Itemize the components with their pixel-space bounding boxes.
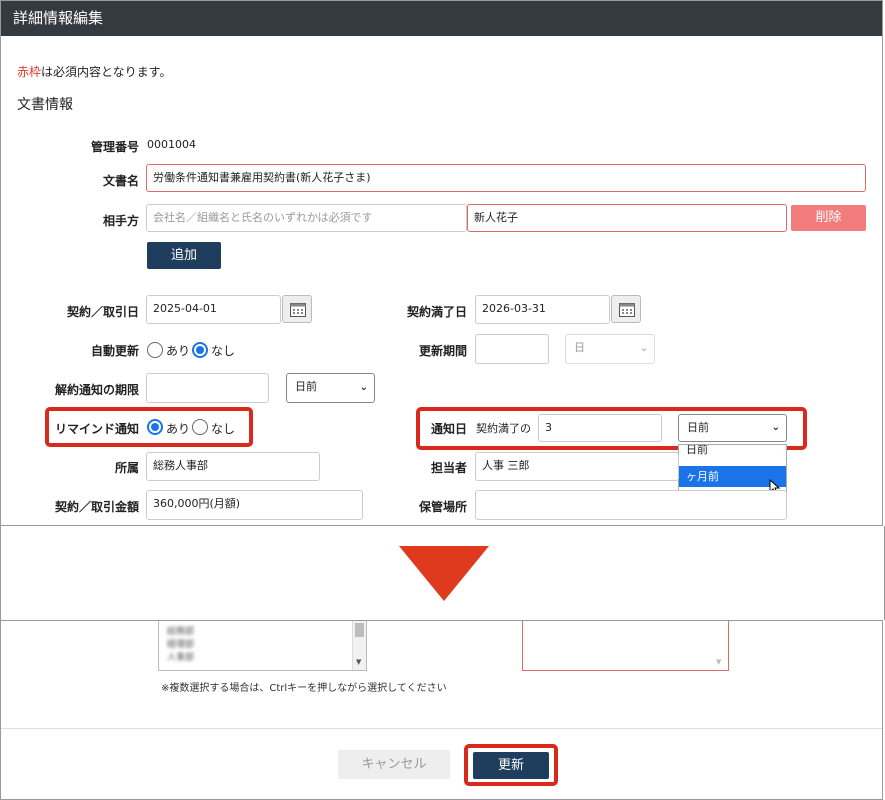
storage-label: 保管場所 — [418, 500, 467, 514]
renew-period-unit-select[interactable]: 日 ⌄ — [565, 334, 655, 364]
partner-company-input[interactable]: 会社名／組織名と氏名のいずれかは必須です — [146, 204, 467, 232]
transition-area — [0, 526, 885, 620]
cancel-notice-unit-value: 日前 — [295, 380, 317, 393]
footer-divider — [1, 728, 882, 729]
dept-input[interactable]: 総務人事部 — [146, 452, 320, 481]
notify-date-unit-select[interactable]: 日前 ⌄ — [678, 414, 787, 442]
section-title: 文書情報 — [17, 97, 73, 113]
list-item[interactable]: 総務部 — [167, 626, 194, 639]
scrollbar-thumb[interactable] — [355, 623, 364, 637]
add-partner-button[interactable]: 追加 — [147, 242, 221, 269]
cancel-button[interactable]: キャンセル — [338, 750, 450, 779]
auto-renew-yes-radio[interactable] — [147, 342, 163, 358]
required-notice-text: は必須内容となります。 — [41, 65, 172, 79]
mgmt-no-value: 0001004 — [147, 138, 196, 151]
renew-period-unit-value: 日 — [574, 341, 585, 354]
storage-input[interactable] — [475, 490, 787, 520]
chevron-down-icon: ⌄ — [771, 422, 780, 433]
amount-label: 契約／取引金額 — [54, 500, 139, 514]
remind-yes-radio[interactable] — [147, 419, 163, 435]
scroll-down-icon[interactable]: ▼ — [716, 658, 721, 666]
listbox-items: 総務部 経理部 人事部 — [167, 626, 194, 665]
expiry-date-calendar-button[interactable] — [611, 295, 641, 323]
contract-date-label: 契約／取引日 — [66, 305, 139, 319]
dept-label: 所属 — [114, 461, 139, 475]
cancel-notice-unit-select[interactable]: 日前 ⌄ — [286, 373, 375, 403]
amount-input[interactable]: 360,000円(月額) — [146, 490, 363, 520]
expiry-date-input[interactable]: 2026-03-31 — [475, 295, 610, 324]
required-textarea[interactable]: ▼ — [522, 621, 729, 671]
delete-partner-button[interactable]: 削除 — [791, 205, 866, 231]
remind-label: リマインド通知 — [54, 422, 139, 436]
edit-dialog-bottom: 総務部 経理部 人事部 ▼ ▼ ※複数選択する場合は、Ctrlキーを押しながら選… — [0, 620, 883, 800]
notify-date-value-input[interactable]: 3 — [538, 414, 662, 442]
renew-period-label: 更新期間 — [418, 344, 467, 358]
multi-select-hint: ※複数選択する場合は、Ctrlキーを押しながら選択してください — [161, 683, 447, 694]
owner-input[interactable]: 人事 三郎 — [475, 452, 679, 481]
cancel-notice-input[interactable] — [146, 373, 269, 403]
renew-period-input[interactable] — [475, 334, 549, 364]
contract-date-input[interactable]: 2025-04-01 — [146, 295, 281, 324]
edit-dialog-top: 詳細情報編集 赤枠は必須内容となります。 文書情報 管理番号 0001004 文… — [0, 0, 883, 526]
dialog-title: 詳細情報編集 — [1, 1, 882, 36]
listbox-scrollbar[interactable]: ▼ — [352, 621, 366, 670]
cancel-notice-label: 解約通知の期限 — [54, 383, 139, 397]
down-arrow-icon — [399, 546, 489, 601]
chevron-down-icon: ⌄ — [639, 343, 648, 354]
doc-name-input[interactable]: 労働条件通知書兼雇用契約書(新人花子さま) — [146, 164, 866, 192]
auto-renew-no-label: なし — [211, 344, 236, 358]
notify-date-label: 通知日 — [430, 422, 467, 436]
partner-person-input[interactable]: 新人花子 — [467, 204, 787, 232]
remind-yes-label: あり — [166, 422, 191, 436]
doc-name-label: 文書名 — [102, 174, 139, 188]
remind-no-label: なし — [211, 422, 236, 436]
calendar-icon — [290, 303, 306, 317]
list-item[interactable]: 人事部 — [167, 652, 194, 665]
notify-date-prefix: 契約満了の — [476, 422, 531, 435]
remind-no-radio[interactable] — [192, 419, 208, 435]
calendar-icon — [619, 303, 635, 317]
chevron-down-icon: ⌄ — [359, 382, 368, 393]
partner-label: 相手方 — [102, 214, 139, 228]
contract-date-calendar-button[interactable] — [282, 295, 312, 323]
required-notice: 赤枠は必須内容となります。 — [17, 63, 171, 80]
auto-renew-no-radio[interactable] — [192, 342, 208, 358]
expiry-date-label: 契約満了日 — [406, 305, 467, 319]
auto-renew-yes-label: あり — [166, 344, 191, 358]
mgmt-no-label: 管理番号 — [90, 140, 139, 154]
notify-date-unit-value: 日前 — [687, 421, 709, 434]
department-listbox[interactable]: 総務部 経理部 人事部 ▼ — [158, 621, 367, 671]
scroll-down-icon[interactable]: ▼ — [356, 658, 361, 666]
auto-renew-label: 自動更新 — [90, 344, 139, 358]
owner-label: 担当者 — [430, 461, 467, 475]
update-button[interactable]: 更新 — [473, 752, 549, 779]
list-item[interactable]: 経理部 — [167, 639, 194, 652]
dropdown-option-day[interactable]: 日前 — [686, 445, 708, 459]
required-notice-red: 赤枠 — [17, 65, 42, 79]
